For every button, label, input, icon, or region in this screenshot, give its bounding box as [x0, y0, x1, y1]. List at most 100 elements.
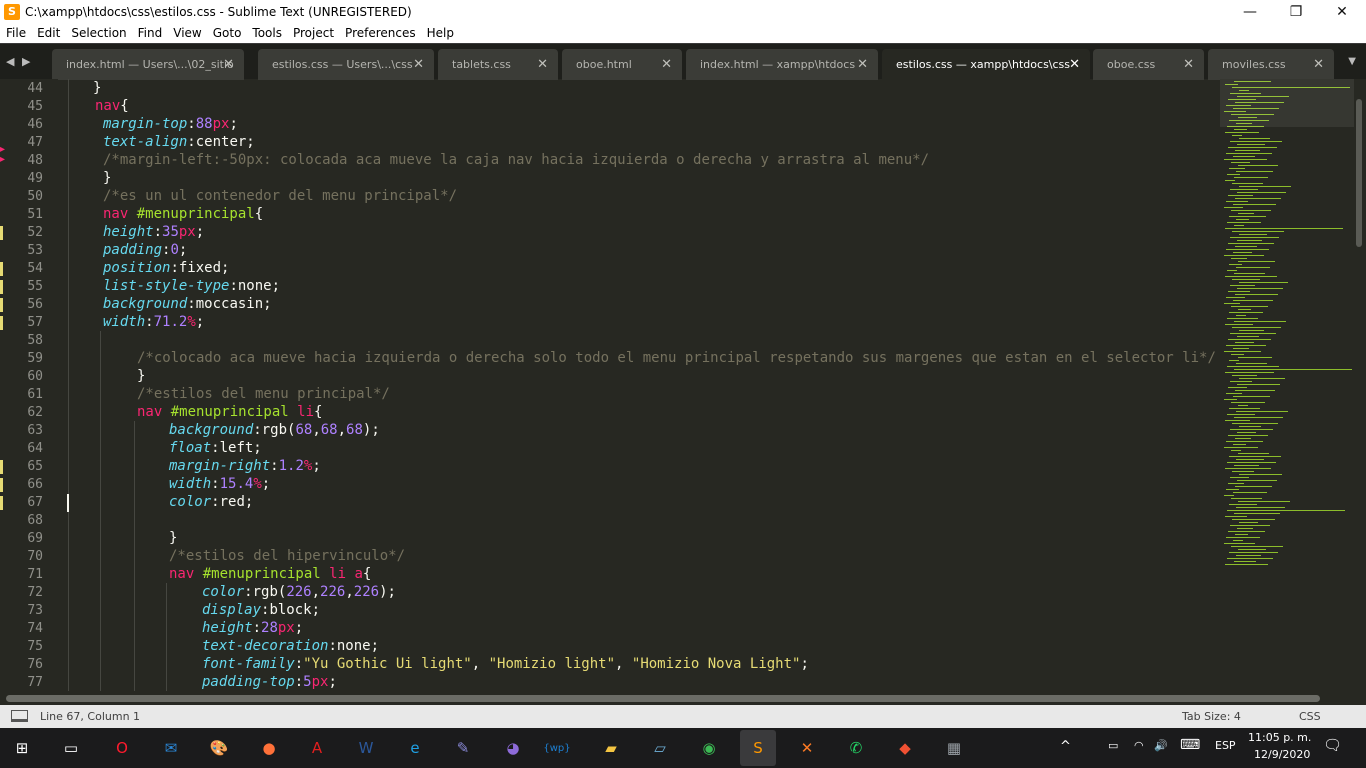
code-line: color:rgb(226,226,226); — [202, 584, 396, 602]
tab-close-icon[interactable]: ✕ — [1183, 57, 1194, 72]
menu-find[interactable]: Find — [132, 26, 168, 40]
syntax-mode[interactable]: CSS — [1299, 710, 1321, 723]
tab[interactable]: oboe.css ✕ — [1093, 49, 1204, 80]
tab-close-icon[interactable]: ✕ — [1313, 57, 1324, 72]
code-token: :left; — [211, 440, 262, 456]
minimap-viewport[interactable] — [1220, 79, 1354, 127]
windows-start-icon[interactable]: ⊞ — [8, 734, 36, 762]
tab[interactable]: tablets.css ✕ — [438, 49, 558, 80]
brackets-icon[interactable]: {wp} — [537, 734, 577, 762]
sublime-text-icon[interactable]: S — [740, 730, 776, 766]
wifi-icon[interactable]: ◠ — [1134, 739, 1144, 752]
vertical-scroll-thumb[interactable] — [1356, 99, 1362, 247]
notes-icon[interactable]: ▱ — [646, 734, 674, 762]
line-number: 67 — [27, 495, 43, 510]
title-bar: S C:\xampp\htdocs\css\estilos.css - Subl… — [0, 0, 1366, 23]
code-token: 68 — [346, 422, 363, 438]
menu-selection[interactable]: Selection — [65, 26, 131, 40]
code-token: ; — [195, 314, 205, 330]
code-line: float:left; — [169, 440, 262, 458]
editor-icon[interactable]: ✎ — [449, 734, 477, 762]
acrobat-icon[interactable]: A — [303, 734, 331, 762]
panel-toggle-icon[interactable] — [11, 710, 28, 722]
minimap[interactable] — [1220, 79, 1354, 691]
tab-menu-dropdown-icon[interactable]: ▼ — [1348, 56, 1356, 67]
menu-help[interactable]: Help — [421, 26, 459, 40]
minimap-line — [1228, 243, 1274, 244]
line-number: 68 — [27, 513, 43, 528]
notifications-icon[interactable]: 🗨 — [1323, 736, 1342, 754]
word-icon[interactable]: W — [352, 734, 380, 762]
minimap-line — [1227, 414, 1255, 415]
close-window-button[interactable]: ✕ — [1319, 0, 1365, 23]
battery-icon[interactable]: ▭ — [1108, 739, 1118, 752]
tab-close-icon[interactable]: ✕ — [1069, 57, 1080, 72]
menu-project[interactable]: Project — [287, 26, 339, 40]
minimap-line — [1227, 510, 1345, 511]
minimap-line — [1229, 360, 1239, 361]
tab-active[interactable]: estilos.css — xampp\htdocs\css ✕ — [882, 49, 1090, 80]
menu-file[interactable]: File — [0, 26, 31, 40]
minimap-line — [1236, 555, 1261, 556]
git-icon[interactable]: ◆ — [891, 734, 919, 762]
tab[interactable]: index.html — xampp\htdocs ✕ — [686, 49, 878, 80]
menu-preferences[interactable]: Preferences — [339, 26, 421, 40]
tab-close-icon[interactable]: ✕ — [661, 57, 672, 72]
minimap-line — [1237, 240, 1262, 241]
minimap-line — [1225, 372, 1274, 373]
opera-icon[interactable]: O — [108, 734, 136, 762]
menu-goto[interactable]: Goto — [207, 26, 247, 40]
tab-close-icon[interactable]: ✕ — [413, 57, 424, 72]
paint-icon[interactable]: 🎨 — [205, 734, 233, 762]
tab[interactable]: index.html — Users\...\02_sitio ✕ — [52, 49, 244, 80]
code-line: list-style-type:none; — [103, 278, 280, 296]
tab-nav-arrows[interactable]: ◀ ▶ — [6, 55, 32, 68]
minimap-line — [1231, 546, 1283, 547]
whatsapp-icon[interactable]: ✆ — [842, 734, 870, 762]
code-editor[interactable]: } nav{margin-top:88px; text-align:center; /… — [58, 79, 1220, 691]
maximize-button[interactable]: ❐ — [1273, 0, 1319, 23]
mail-icon[interactable]: ✉ — [157, 734, 185, 762]
edge-icon[interactable]: e — [401, 734, 429, 762]
tab-label: tablets.css — [452, 58, 511, 71]
code-token: #menuprincipal — [170, 404, 298, 420]
minimap-line — [1228, 387, 1247, 388]
chrome-icon[interactable]: ◉ — [695, 734, 723, 762]
code-line: } — [103, 170, 111, 188]
clock-date[interactable]: 12/9/2020 — [1254, 748, 1310, 761]
minimap-line — [1239, 138, 1270, 139]
code-token: ; — [294, 620, 304, 636]
github-icon[interactable]: ◕ — [499, 734, 527, 762]
calculator-icon[interactable]: ▦ — [940, 734, 968, 762]
code-line: nav #menuprincipal li{ — [137, 404, 322, 422]
tab-close-icon[interactable]: ✕ — [857, 57, 868, 72]
minimize-button[interactable]: — — [1227, 0, 1273, 23]
firefox-icon[interactable]: ● — [255, 734, 283, 762]
code-line: text-decoration:none; — [202, 638, 379, 656]
minimap-line — [1229, 552, 1278, 553]
xampp-icon[interactable]: ✕ — [793, 734, 821, 762]
minimap-line — [1234, 561, 1256, 562]
horizontal-scroll-thumb[interactable] — [6, 695, 1320, 702]
language-indicator[interactable]: ESP — [1215, 739, 1236, 752]
keyboard-icon[interactable]: ⌨ — [1180, 737, 1200, 753]
tray-chevron-icon[interactable]: ^ — [1060, 739, 1071, 754]
volume-icon[interactable]: 🔊 — [1154, 739, 1168, 752]
line-number: 69 — [27, 531, 43, 546]
tab-close-icon[interactable]: ✕ — [223, 57, 234, 72]
vertical-scrollbar[interactable] — [1354, 79, 1366, 691]
file-explorer-icon[interactable]: ▰ — [597, 734, 625, 762]
tab-close-icon[interactable]: ✕ — [537, 57, 548, 72]
clock-time[interactable]: 11:05 p. m. — [1248, 731, 1311, 744]
task-view-icon[interactable]: ▭ — [57, 734, 85, 762]
tab[interactable]: oboe.html ✕ — [562, 49, 682, 80]
horizontal-scrollbar[interactable] — [0, 691, 1366, 705]
menu-view[interactable]: View — [167, 26, 206, 40]
line-number: 48 — [27, 153, 43, 168]
menu-tools[interactable]: Tools — [246, 26, 287, 40]
code-token: ; — [800, 656, 809, 672]
tab-size[interactable]: Tab Size: 4 — [1182, 710, 1241, 723]
menu-edit[interactable]: Edit — [31, 26, 65, 40]
tab[interactable]: estilos.css — Users\...\css ✕ — [258, 49, 434, 80]
tab[interactable]: moviles.css ✕ — [1208, 49, 1334, 80]
